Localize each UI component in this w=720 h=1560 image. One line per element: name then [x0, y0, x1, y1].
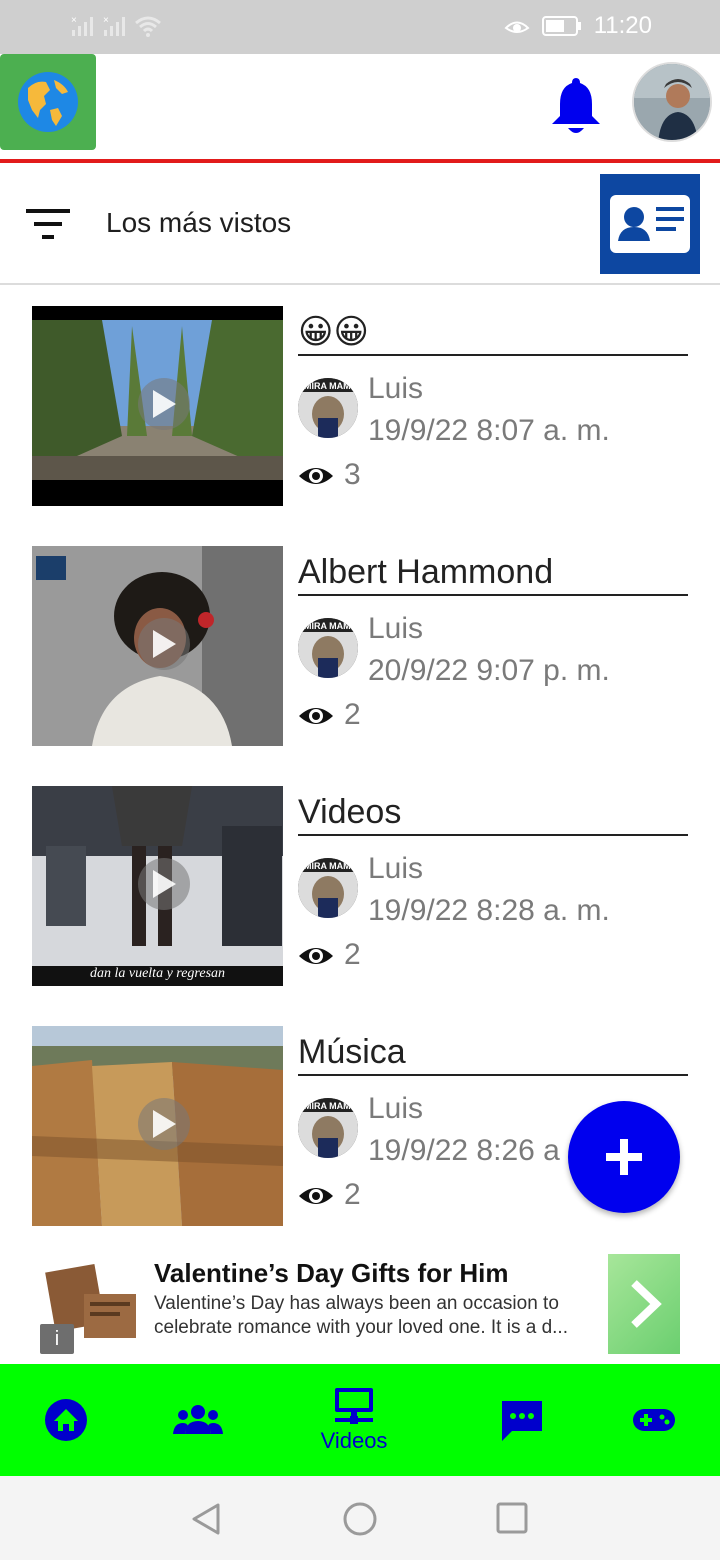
video-list-item[interactable]: Albert Hammond MIRA MAM Luis 20/9/22 9:0… — [0, 546, 720, 746]
play-icon — [153, 390, 176, 418]
eye-icon — [299, 948, 333, 964]
view-count: 2 — [344, 1178, 361, 1211]
signal-off-icon: × — [71, 15, 93, 36]
author-name[interactable]: Luis — [368, 1092, 423, 1126]
author-name[interactable]: Luis — [368, 612, 423, 646]
svg-text:MIRA MAM: MIRA MAM — [304, 861, 351, 871]
eye-icon — [299, 468, 333, 484]
plus-icon — [606, 1139, 642, 1175]
app-bar — [0, 54, 720, 160]
notifications-button[interactable] — [546, 74, 606, 138]
group-icon — [173, 1405, 223, 1434]
back-icon[interactable] — [190, 1502, 222, 1536]
bottom-navigation: Videos — [0, 1364, 720, 1476]
author-avatar[interactable]: MIRA MAM — [298, 618, 358, 678]
post-date: 20/9/22 9:07 p. m. — [368, 654, 610, 687]
gamepad-icon — [633, 1409, 675, 1431]
ad-title[interactable]: Valentine’s Day Gifts for Him — [154, 1258, 508, 1289]
svg-text:MIRA MAM: MIRA MAM — [304, 621, 351, 631]
video-title[interactable]: Videos — [298, 790, 688, 836]
svg-text:MIRA MAM: MIRA MAM — [304, 1101, 351, 1111]
system-navigation-bar — [0, 1476, 720, 1560]
eye-icon — [299, 1188, 333, 1204]
post-date: 19/9/22 8:26 a — [368, 1134, 560, 1167]
filter-title: Los más vistos — [106, 207, 292, 238]
svg-text:×: × — [71, 15, 77, 26]
video-thumbnail[interactable] — [32, 546, 283, 746]
video-thumbnail[interactable]: dan la vuelta y regresan — [32, 786, 283, 986]
user-avatar — [634, 64, 710, 140]
author-avatar-image: MIRA MAM — [298, 618, 358, 678]
nav-groups[interactable] — [172, 1364, 224, 1476]
author-avatar-image: MIRA MAM — [298, 378, 358, 438]
play-icon — [153, 870, 176, 898]
status-time: 11:20 — [593, 12, 652, 39]
view-count: 2 — [344, 938, 361, 971]
svg-text:MIRA MAM: MIRA MAM — [304, 381, 351, 391]
ad-description-line: celebrate romance with your loved one. I… — [154, 1317, 568, 1338]
contact-card-button[interactable] — [600, 174, 700, 274]
filter-icon[interactable] — [24, 207, 72, 241]
ad-info-button[interactable]: i — [40, 1324, 74, 1354]
play-button[interactable] — [138, 618, 190, 670]
post-date: 19/9/22 8:28 a. m. — [368, 894, 610, 927]
status-bar: × × 11:20 — [0, 0, 720, 54]
videos-icon — [335, 1388, 373, 1424]
ad-description: Valentine’s Day has always been an occas… — [154, 1292, 584, 1340]
chevron-right-icon — [631, 1280, 662, 1328]
nav-games[interactable] — [630, 1364, 678, 1476]
play-icon — [153, 630, 176, 658]
status-bar-right: 11:20 — [504, 12, 652, 40]
id-card-icon — [610, 195, 690, 253]
signal-off-icon: × — [103, 15, 125, 36]
author-avatar[interactable]: MIRA MAM — [298, 858, 358, 918]
play-button[interactable] — [138, 1098, 190, 1150]
home-circle-icon[interactable] — [342, 1501, 378, 1537]
eye-comfort-icon — [504, 21, 530, 33]
add-post-button[interactable] — [568, 1101, 680, 1213]
video-title[interactable]: Albert Hammond — [298, 550, 688, 596]
author-avatar[interactable]: MIRA MAM — [298, 378, 358, 438]
play-icon — [153, 1110, 176, 1138]
video-title[interactable]: 😀😀 — [298, 310, 688, 356]
recents-icon[interactable] — [496, 1502, 528, 1534]
nav-videos-label: Videos — [320, 1428, 388, 1453]
eye-icon — [299, 708, 333, 724]
video-title[interactable]: Música — [298, 1030, 688, 1076]
post-date: 19/9/22 8:07 a. m. — [368, 414, 610, 447]
ad-banner[interactable]: i Valentine’s Day Gifts for Him Valentin… — [0, 1250, 720, 1360]
nav-videos[interactable]: Videos — [304, 1364, 404, 1476]
nav-home[interactable] — [40, 1364, 92, 1476]
play-button[interactable] — [138, 378, 190, 430]
bell-icon — [552, 78, 600, 133]
chat-icon — [502, 1401, 542, 1441]
battery-icon — [541, 16, 581, 36]
ad-description-line: Valentine’s Day has always been an occas… — [154, 1293, 559, 1314]
nav-chat[interactable] — [498, 1364, 546, 1476]
video-list-item[interactable]: 😀😀 MIRA MAM Luis 19/9/22 8:07 a. m. 3 — [0, 306, 720, 506]
author-avatar-image: MIRA MAM — [298, 858, 358, 918]
video-list-item[interactable]: dan la vuelta y regresan Videos MIRA MAM… — [0, 786, 720, 986]
video-thumbnail[interactable] — [32, 1026, 283, 1226]
app-logo-button[interactable] — [0, 54, 96, 150]
svg-text:×: × — [103, 15, 109, 26]
wifi-icon — [135, 16, 161, 37]
author-avatar-image: MIRA MAM — [298, 1098, 358, 1158]
author-name[interactable]: Luis — [368, 372, 423, 406]
status-bar-left: × × — [70, 14, 162, 38]
thumbnail-caption: dan la vuelta y regresan — [89, 966, 226, 981]
profile-avatar[interactable] — [632, 62, 712, 142]
play-button[interactable] — [138, 858, 190, 910]
author-name[interactable]: Luis — [368, 852, 423, 886]
home-icon — [45, 1399, 87, 1441]
view-count: 2 — [344, 698, 361, 731]
author-avatar[interactable]: MIRA MAM — [298, 1098, 358, 1158]
globe-icon — [18, 72, 78, 132]
view-count: 3 — [344, 458, 361, 491]
video-thumbnail[interactable] — [32, 306, 283, 506]
ad-open-button[interactable] — [608, 1254, 680, 1354]
filter-bar: Los más vistos — [0, 163, 720, 285]
